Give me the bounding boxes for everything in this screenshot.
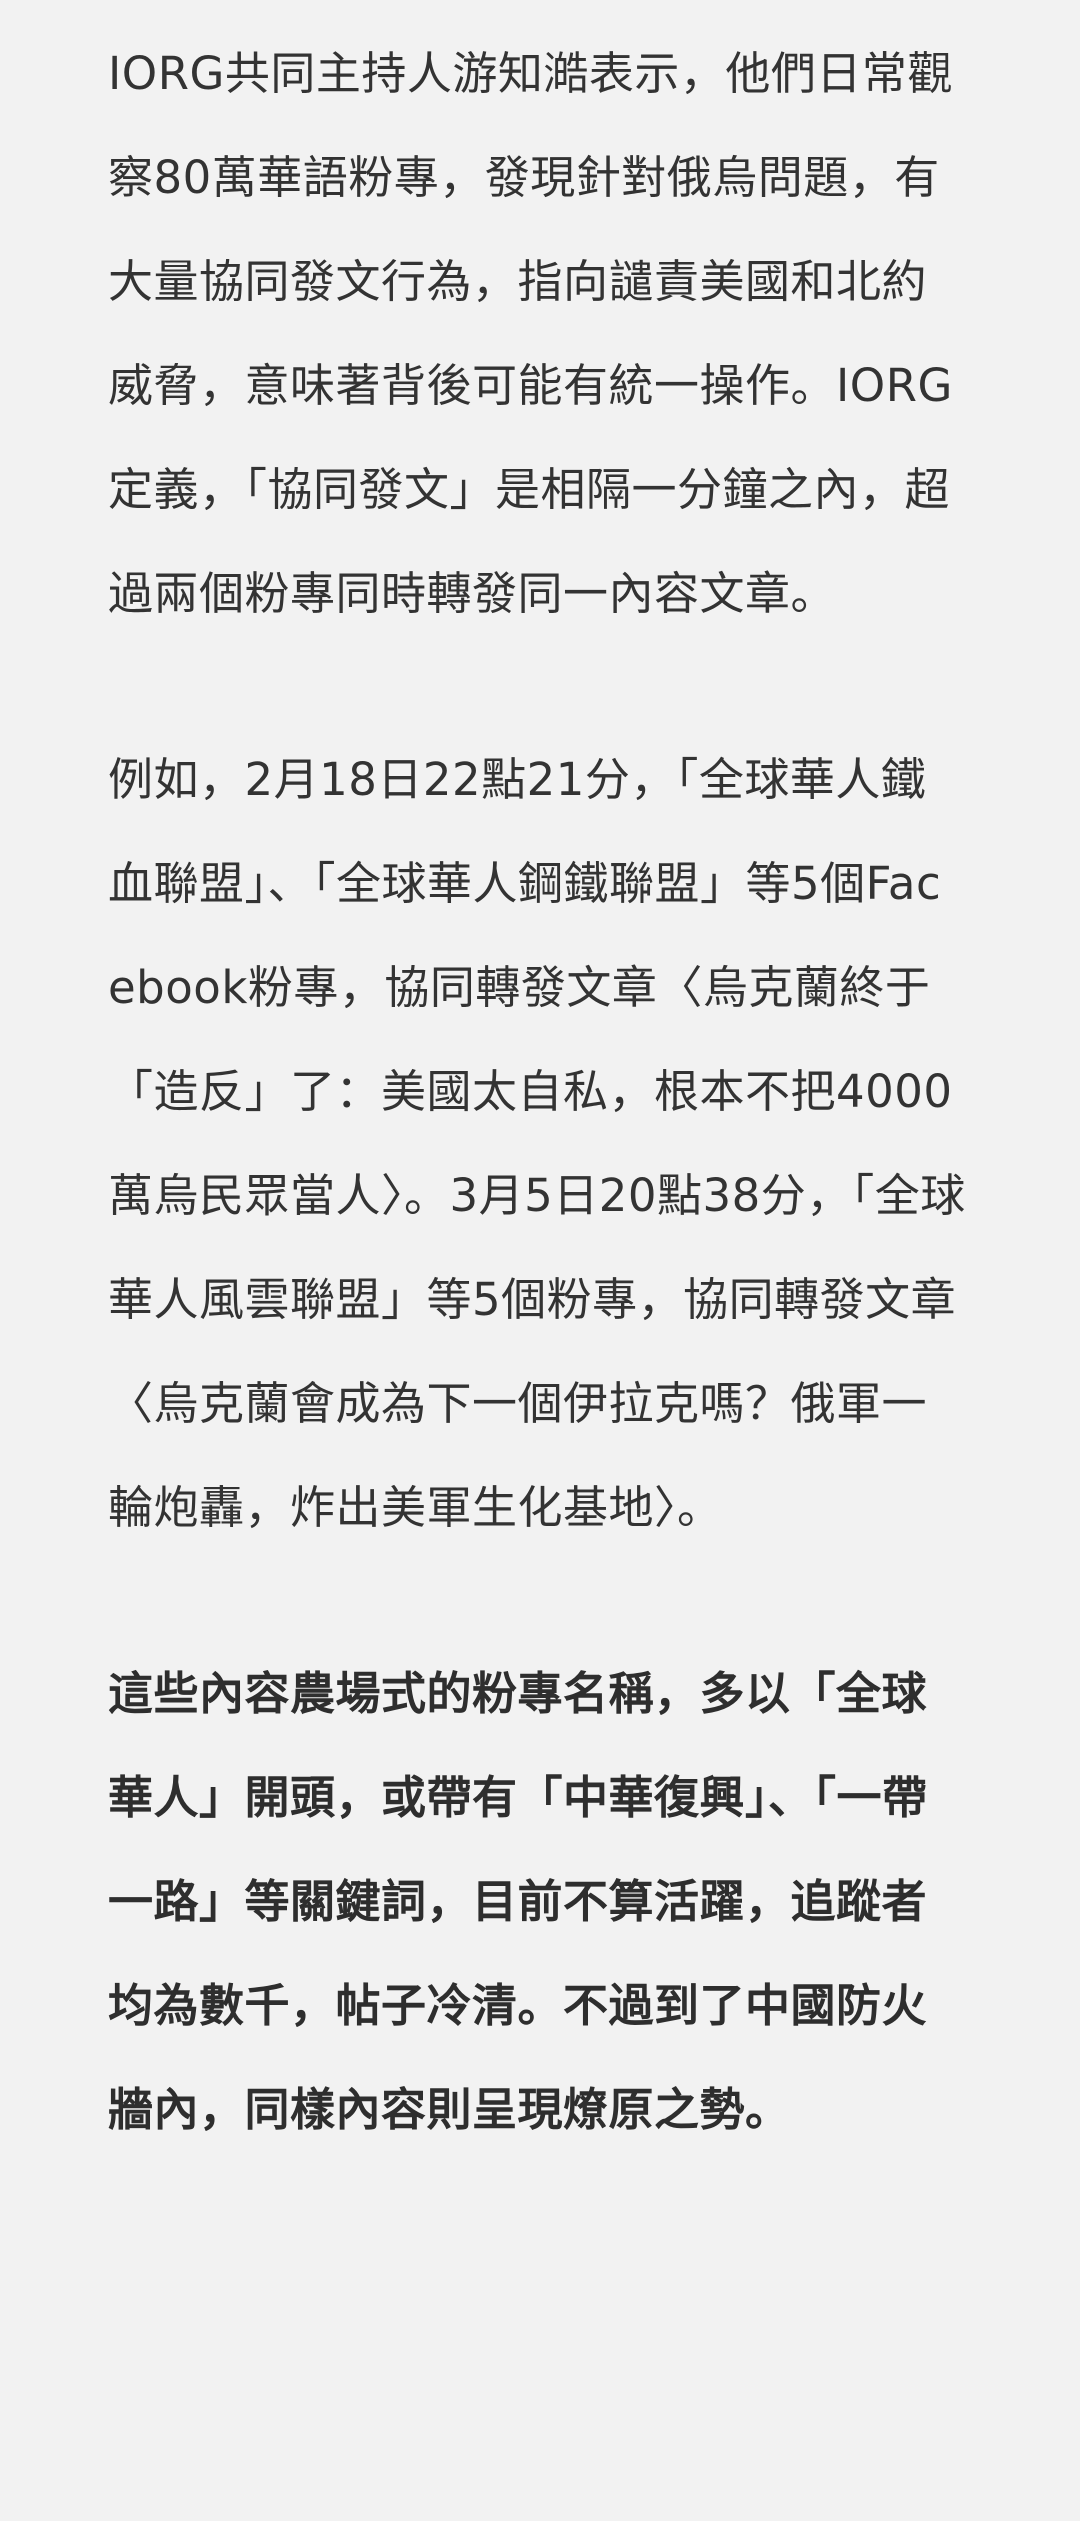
paragraph-coordinated-posting: IORG共同主持人游知澔表示，他們日常觀察80萬華語粉專，發現針對俄烏問題，有大… xyxy=(108,47,953,620)
paragraph-examples: 例如，2月18日22點21分，「全球華人鐵血聯盟」、「全球華人鋼鐵聯盟」等5個F… xyxy=(108,753,966,1534)
paragraph-content-farm-summary: 這些內容農場式的粉專名稱，多以「全球華人」開頭，或帶有「中華復興」、「一帶一路」… xyxy=(108,1667,928,2136)
article-body: IORG共同主持人游知澔表示，他們日常觀察80萬華語粉專，發現針對俄烏問題，有大… xyxy=(0,0,1080,2521)
